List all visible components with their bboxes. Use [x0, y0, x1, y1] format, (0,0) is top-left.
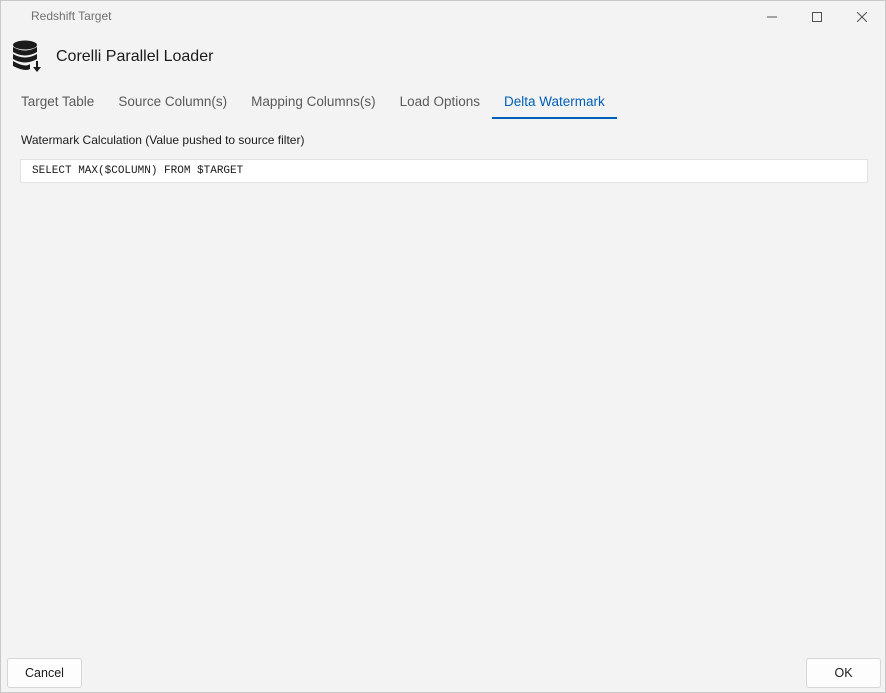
- tab-load-options[interactable]: Load Options: [388, 87, 492, 117]
- watermark-calculation-label: Watermark Calculation (Value pushed to s…: [21, 133, 305, 147]
- minimize-icon: [767, 16, 777, 18]
- app-title: Corelli Parallel Loader: [56, 48, 214, 65]
- database-download-icon: [11, 39, 45, 75]
- tab-target-table[interactable]: Target Table: [9, 87, 106, 117]
- maximize-icon: [812, 12, 822, 22]
- minimize-button[interactable]: [749, 1, 795, 33]
- tab-strip: Target Table Source Column(s) Mapping Co…: [9, 87, 617, 119]
- tab-source-columns[interactable]: Source Column(s): [106, 87, 239, 117]
- cancel-button[interactable]: Cancel: [7, 658, 82, 688]
- dialog-header: Corelli Parallel Loader: [11, 39, 213, 75]
- maximize-button[interactable]: [794, 1, 840, 33]
- watermark-calculation-input[interactable]: SELECT MAX($COLUMN) FROM $TARGET: [20, 159, 868, 183]
- dialog-window: Redshift Target Corelli Parallel Loader …: [0, 0, 886, 693]
- tab-delta-watermark[interactable]: Delta Watermark: [491, 87, 617, 119]
- tab-mapping-columns[interactable]: Mapping Columns(s): [239, 87, 388, 117]
- close-button[interactable]: [839, 1, 885, 33]
- ok-button[interactable]: OK: [806, 658, 881, 688]
- title-bar[interactable]: Redshift Target: [1, 1, 885, 33]
- close-icon: [857, 12, 867, 22]
- window-title: Redshift Target: [31, 9, 112, 23]
